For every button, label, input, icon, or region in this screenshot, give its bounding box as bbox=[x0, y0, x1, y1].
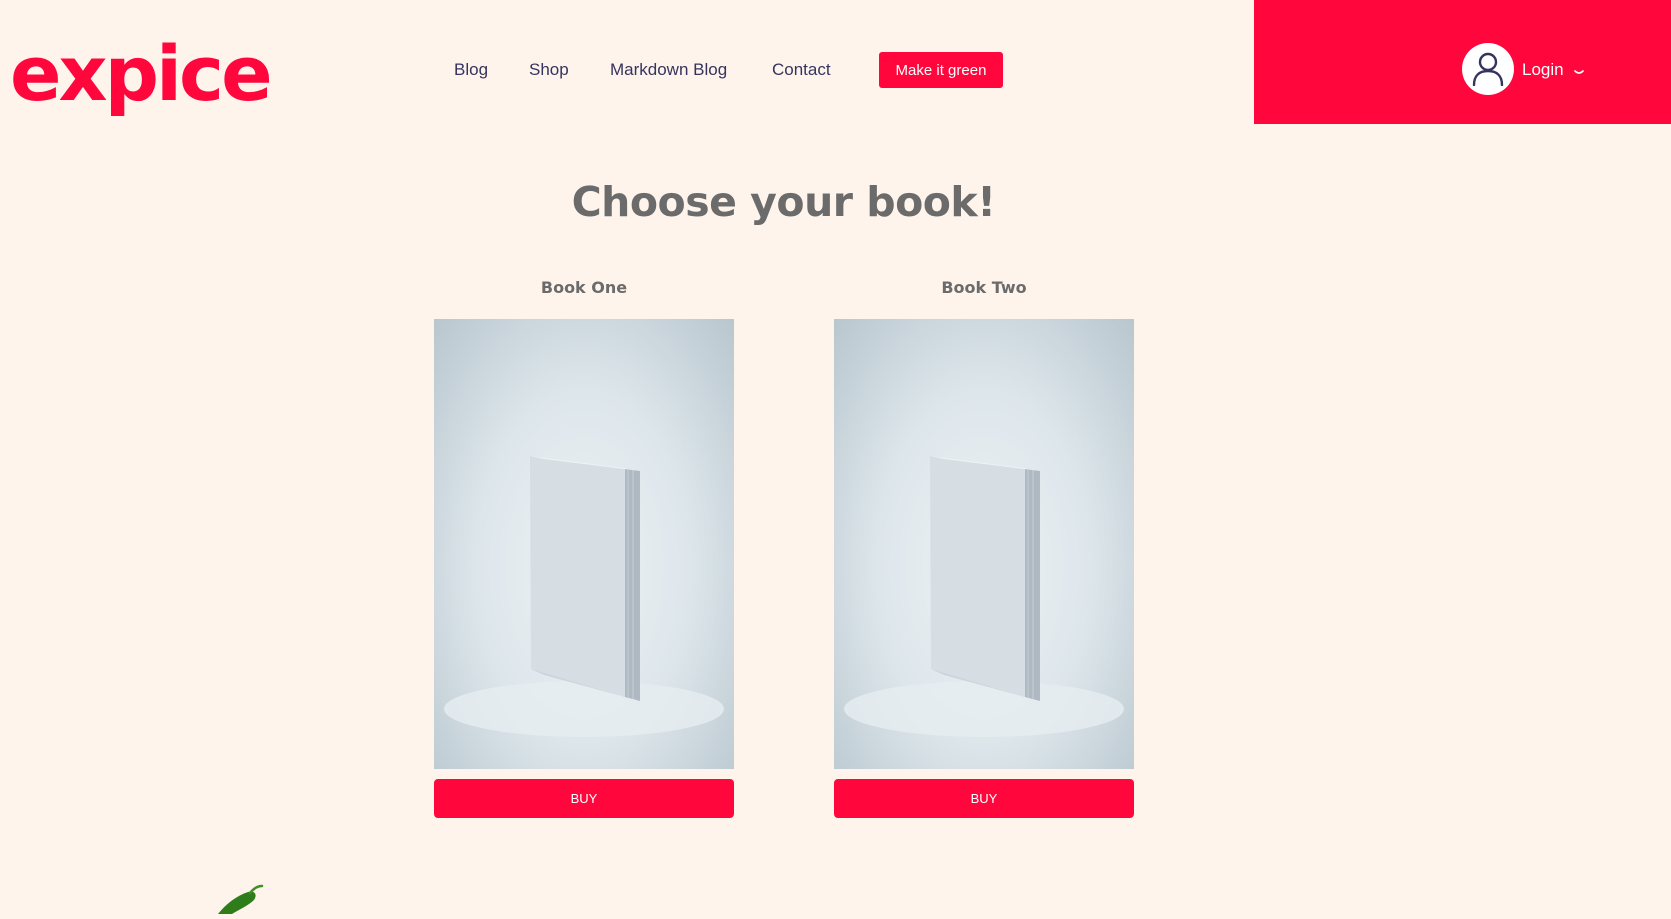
page-title: Choose your book! bbox=[571, 178, 996, 226]
brand-logo[interactable]: expice bbox=[10, 18, 273, 130]
book-title: Book Two bbox=[941, 278, 1027, 297]
book-card: Book Two BUY bbox=[834, 275, 1134, 818]
login-dropdown[interactable]: Login bbox=[1522, 52, 1585, 89]
book-card: Book One BUY bbox=[434, 275, 734, 818]
user-icon bbox=[1472, 52, 1504, 86]
nav-link-contact[interactable]: Contact bbox=[772, 52, 831, 88]
book-title: Book One bbox=[540, 278, 628, 297]
book-cover-image[interactable] bbox=[434, 319, 734, 769]
user-panel: Login bbox=[1254, 0, 1671, 124]
buy-button[interactable]: BUY bbox=[434, 779, 734, 818]
user-avatar[interactable] bbox=[1462, 43, 1514, 95]
buy-button[interactable]: BUY bbox=[834, 779, 1134, 818]
nav-link-markdown-blog[interactable]: Markdown Blog bbox=[610, 52, 727, 88]
nav-link-shop[interactable]: Shop bbox=[529, 52, 569, 88]
nav-link-blog[interactable]: Blog bbox=[454, 52, 488, 88]
login-label: Login bbox=[1522, 60, 1564, 79]
site-header: expice Blog Shop Markdown Blog Contact M… bbox=[0, 0, 1671, 124]
book-cover-image[interactable] bbox=[834, 319, 1134, 769]
chevron-down-icon bbox=[1574, 53, 1585, 89]
make-it-green-button[interactable]: Make it green bbox=[879, 52, 1003, 88]
